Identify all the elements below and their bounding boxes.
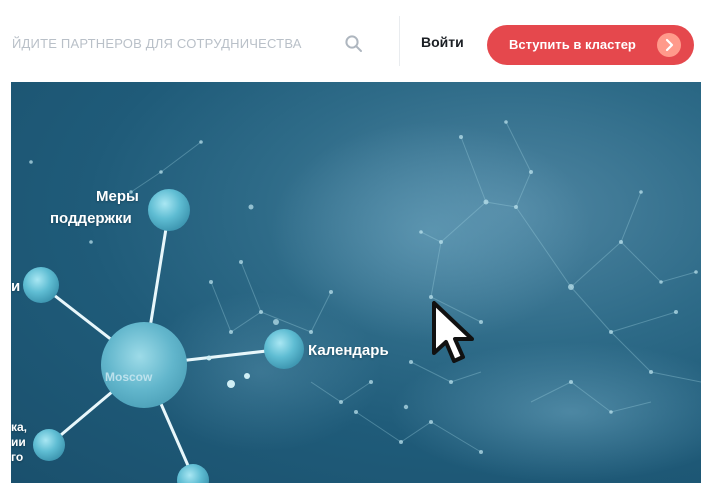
join-cluster-button-label: Вступить в кластер xyxy=(509,37,636,52)
left-label-4: го xyxy=(11,450,24,464)
left-label-1: и xyxy=(11,278,21,295)
join-cluster-button[interactable]: Вступить в кластер xyxy=(487,25,694,65)
left-label-2: ка, xyxy=(11,420,28,434)
left-label-3: ии xyxy=(11,435,26,449)
node-left-bottom[interactable] xyxy=(33,429,65,461)
label-support-line2[interactable]: поддержки xyxy=(50,210,132,227)
login-link[interactable]: Войти xyxy=(421,34,464,50)
node-calendar[interactable] xyxy=(264,329,304,369)
network-hero: Меры поддержки Календарь Moscow и ка, ии… xyxy=(11,82,701,483)
search-icon[interactable] xyxy=(344,34,364,54)
search-bar[interactable]: ЙДИТЕ ПАРТНЕРОВ ДЛЯ СОТРУДНИЧЕСТВА xyxy=(0,22,380,66)
network-background xyxy=(23,120,701,483)
chevron-right-icon xyxy=(657,33,681,57)
header-divider xyxy=(399,16,400,66)
page: ЙДИТЕ ПАРТНЕРОВ ДЛЯ СОТРУДНИЧЕСТВА Войти… xyxy=(0,0,701,483)
center-node-label: Moscow xyxy=(105,370,153,384)
label-calendar[interactable]: Календарь xyxy=(308,342,389,359)
node-left-top[interactable] xyxy=(23,267,59,303)
label-support-line1[interactable]: Меры xyxy=(96,188,139,205)
site-header: ЙДИТЕ ПАРТНЕРОВ ДЛЯ СОТРУДНИЧЕСТВА Войти… xyxy=(0,0,701,82)
node-bottom[interactable] xyxy=(177,464,209,483)
node-center[interactable] xyxy=(101,322,187,408)
mouse-pointer-icon xyxy=(432,301,474,363)
search-input[interactable]: ЙДИТЕ ПАРТНЕРОВ ДЛЯ СОТРУДНИЧЕСТВА xyxy=(12,36,302,51)
node-support[interactable] xyxy=(148,189,190,231)
